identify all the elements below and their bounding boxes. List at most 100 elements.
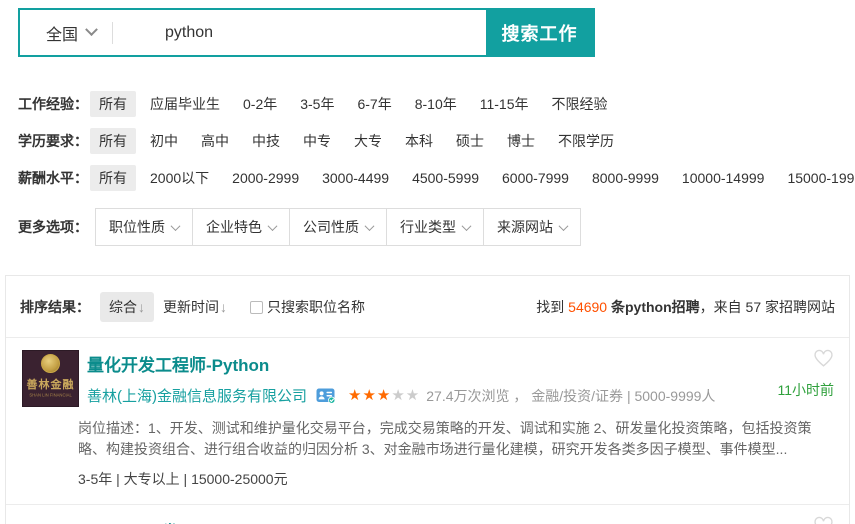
filter-option[interactable]: 高中 xyxy=(192,128,238,154)
search-box: 全国 搜索工作 xyxy=(18,8,595,57)
star-rating: ★★★★★ xyxy=(348,388,420,403)
dropdown-company-feature[interactable]: 企业特色 xyxy=(192,208,290,246)
post-time: 11小时前 xyxy=(777,380,834,400)
dropdown-source-site[interactable]: 来源网站 xyxy=(483,208,581,246)
filter-option[interactable]: 初中 xyxy=(141,128,187,154)
filter-option[interactable]: 博士 xyxy=(498,128,544,154)
filter-option[interactable]: 8000-9999 xyxy=(583,167,668,189)
filter-option[interactable]: 6-7年 xyxy=(348,91,400,117)
search-button[interactable]: 搜索工作 xyxy=(486,10,593,55)
logo-subtext: SHAN LIN FINANCIAL xyxy=(29,393,71,398)
filter-option[interactable]: 不限经验 xyxy=(543,91,617,117)
dropdown-job-type[interactable]: 职位性质 xyxy=(95,208,193,246)
filter-option[interactable]: 2000以下 xyxy=(141,165,218,191)
sort-bar: 排序结果： 综合↓ 更新时间↓ 只搜索职位名称 找到 54690 条python… xyxy=(6,276,849,338)
checkbox-icon[interactable] xyxy=(250,301,263,314)
location-label: 全国 xyxy=(46,21,78,45)
filter-option[interactable]: 应届毕业生 xyxy=(141,91,229,117)
dropdown-label: 行业类型 xyxy=(400,217,456,237)
summary-suffix: 家招聘网站 xyxy=(761,299,835,315)
favorite-heart-icon[interactable] xyxy=(813,349,834,368)
company-link[interactable]: 善林(上海)金融信息服务有限公司 xyxy=(87,385,307,406)
summary-separator: ，来自 xyxy=(700,299,746,315)
sort-label: 排序结果： xyxy=(20,297,90,317)
logo-text: 善林金融 xyxy=(27,376,75,392)
chevron-down-icon xyxy=(462,221,472,231)
chevron-down-icon xyxy=(268,221,278,231)
filter-option[interactable]: 0-2年 xyxy=(234,91,286,117)
results-panel: 排序结果： 综合↓ 更新时间↓ 只搜索职位名称 找到 54690 条python… xyxy=(5,275,850,524)
summary-keyword: 条python招聘 xyxy=(607,299,700,315)
result-count: 54690 xyxy=(568,299,607,315)
job-head: Python开发 深圳市藤讯科技有限公司 xyxy=(22,517,833,524)
filter-row-education: 学历要求： 所有 初中 高中 中技 中专 大专 本科 硕士 博士 不限学历 xyxy=(18,128,855,154)
filter-option[interactable]: 本科 xyxy=(396,128,442,154)
location-select[interactable]: 全国 xyxy=(20,10,112,55)
filter-label: 薪酬水平： xyxy=(18,168,88,188)
dropdown-industry[interactable]: 行业类型 xyxy=(386,208,484,246)
dropdown-label: 职位性质 xyxy=(109,217,165,237)
arrow-down-icon: ↓ xyxy=(220,299,227,315)
filter-label: 学历要求： xyxy=(18,131,88,151)
filter-option[interactable]: 10000-14999 xyxy=(673,167,774,189)
job-info: Python开发 深圳市藤讯科技有限公司 xyxy=(87,517,529,524)
filter-label: 工作经验： xyxy=(18,94,88,114)
filter-option[interactable]: 大专 xyxy=(345,128,391,154)
company-logo xyxy=(22,517,79,524)
filter-option[interactable]: 不限学历 xyxy=(549,128,623,154)
chevron-down-icon xyxy=(171,221,181,231)
job-head: 善林金融 SHAN LIN FINANCIAL 量化开发工程师-Python 善… xyxy=(22,350,833,407)
checkbox-label: 只搜索职位名称 xyxy=(267,297,365,317)
filter-option[interactable]: 6000-7999 xyxy=(493,167,578,189)
filter-option[interactable]: 4500-5999 xyxy=(403,167,488,189)
filter-option[interactable]: 中专 xyxy=(294,128,340,154)
chevron-down-icon xyxy=(365,221,375,231)
filter-option[interactable]: 2000-2999 xyxy=(223,167,308,189)
job-title-link[interactable]: 量化开发工程师-Python xyxy=(87,351,715,376)
job-info: 量化开发工程师-Python 善林(上海)金融信息服务有限公司 xyxy=(87,350,715,407)
job-title-link[interactable]: Python开发 xyxy=(87,518,529,524)
filter-option[interactable]: 8-10年 xyxy=(406,91,466,117)
sort-button-label: 更新时间 xyxy=(163,299,219,315)
dropdown-label: 来源网站 xyxy=(497,217,553,237)
job-description: 岗位描述：1、开发、测试和维护量化交易平台，完成交易策略的开发、调试和实施 2、… xyxy=(78,418,833,460)
filter-option[interactable]: 所有 xyxy=(90,91,136,117)
more-options-row: 更多选项： 职位性质 企业特色 公司性质 行业类型 来源网站 xyxy=(18,208,855,246)
filter-option[interactable]: 中技 xyxy=(243,128,289,154)
verified-id-badge-icon xyxy=(316,388,336,404)
dropdown-company-type[interactable]: 公司性质 xyxy=(289,208,387,246)
filter-option[interactable]: 硕士 xyxy=(447,128,493,154)
filter-row-experience: 工作经验： 所有 应届毕业生 0-2年 3-5年 6-7年 8-10年 11-1… xyxy=(18,91,855,117)
job-card[interactable]: Python开发 深圳市藤讯科技有限公司 xyxy=(6,504,849,524)
filter-option[interactable]: 3-5年 xyxy=(291,91,343,117)
summary-prefix: 找到 xyxy=(536,299,568,315)
more-options-label: 更多选项： xyxy=(18,217,88,237)
dropdown-label: 企业特色 xyxy=(206,217,262,237)
sort-comprehensive-button[interactable]: 综合↓ xyxy=(100,292,154,322)
chevron-down-icon xyxy=(85,23,98,36)
site-count: 57 xyxy=(746,299,762,315)
company-line: 善林(上海)金融信息服务有限公司 ★★★★★ 27.4 xyxy=(87,385,715,406)
filter-panel: 工作经验： 所有 应届毕业生 0-2年 3-5年 6-7年 8-10年 11-1… xyxy=(0,57,855,246)
filter-option[interactable]: 所有 xyxy=(90,165,136,191)
sort-update-time-button[interactable]: 更新时间↓ xyxy=(154,292,236,322)
sort-button-label: 综合 xyxy=(109,299,137,315)
search-input[interactable] xyxy=(113,10,486,55)
company-logo: 善林金融 SHAN LIN FINANCIAL xyxy=(22,350,79,407)
dropdown-label: 公司性质 xyxy=(303,217,359,237)
job-requirements: 3-5年 | 大专以上 | 15000-25000元 xyxy=(78,469,833,489)
filter-option[interactable]: 3000-4499 xyxy=(313,167,398,189)
filter-option[interactable]: 所有 xyxy=(90,128,136,154)
arrow-down-icon: ↓ xyxy=(138,299,145,315)
stars-empty: ★★ xyxy=(391,387,420,404)
title-only-checkbox-wrap[interactable]: 只搜索职位名称 xyxy=(250,297,365,317)
filter-option[interactable]: 15000-19999 xyxy=(778,167,855,189)
search-section: 全国 搜索工作 xyxy=(0,0,855,57)
coin-icon xyxy=(41,354,60,373)
chevron-down-icon xyxy=(559,221,569,231)
filter-row-salary: 薪酬水平： 所有 2000以下 2000-2999 3000-4499 4500… xyxy=(18,165,855,191)
views-industry-text: 27.4万次浏览 ， 金融/投资/证券 | 5000-9999人 xyxy=(426,386,715,406)
favorite-heart-icon[interactable] xyxy=(813,516,834,524)
job-card[interactable]: 善林金融 SHAN LIN FINANCIAL 量化开发工程师-Python 善… xyxy=(6,338,849,504)
filter-option[interactable]: 11-15年 xyxy=(471,91,538,117)
